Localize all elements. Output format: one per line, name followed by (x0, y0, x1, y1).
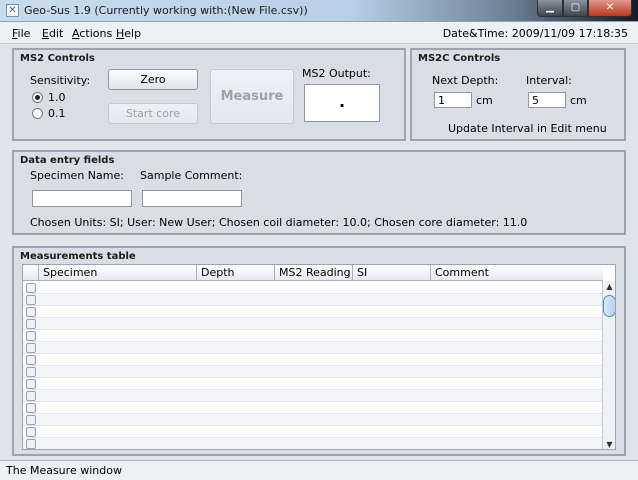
settings-summary: Chosen Units: SI; User: New User; Chosen… (30, 216, 528, 229)
row-header[interactable] (26, 283, 36, 293)
menu-actions[interactable]: Actions (72, 27, 112, 40)
table-row[interactable] (23, 426, 603, 438)
table-row[interactable] (23, 390, 603, 402)
sensitivity-option-1-0-label: 1.0 (48, 91, 66, 104)
scroll-up-arrow-icon[interactable]: ▲ (603, 281, 615, 293)
interval-label: Interval: (526, 74, 572, 87)
table-row[interactable] (23, 318, 603, 330)
next-depth-input[interactable]: 1 (434, 92, 472, 108)
interval-note: Update Interval in Edit menu (448, 122, 607, 135)
column-header-si[interactable]: SI (353, 265, 431, 281)
status-bar: The Measure window (0, 460, 638, 480)
row-header[interactable] (26, 391, 36, 401)
row-header[interactable] (26, 319, 36, 329)
window-title: Geo-Sus 1.9 (Currently working with:(New… (24, 4, 308, 17)
row-header[interactable] (26, 403, 36, 413)
data-entry-panel: Data entry fields Specimen Name: Sample … (12, 150, 626, 235)
menu-file[interactable]: File (12, 27, 30, 40)
table-row[interactable] (23, 438, 603, 449)
row-header[interactable] (26, 415, 36, 425)
close-button[interactable]: ✕ (588, 0, 632, 17)
table-row[interactable] (23, 306, 603, 318)
ms2c-controls-title: MS2C Controls (418, 53, 501, 64)
sensitivity-radio-0-1[interactable] (32, 108, 43, 119)
table-row[interactable] (23, 366, 603, 378)
table-row[interactable] (23, 342, 603, 354)
sensitivity-option-0-1-label: 0.1 (48, 107, 66, 120)
row-header[interactable] (26, 439, 36, 449)
title-bar: ✕ Geo-Sus 1.9 (Currently working with:(N… (0, 0, 638, 22)
row-header[interactable] (26, 343, 36, 353)
sensitivity-label: Sensitivity: (30, 74, 91, 87)
measurements-table[interactable]: Specimen Depth MS2 Reading SI Comment ▲ … (22, 264, 616, 450)
column-header-ms2-reading[interactable]: MS2 Reading (275, 265, 353, 281)
row-header[interactable] (26, 427, 36, 437)
table-row[interactable] (23, 378, 603, 390)
start-core-button[interactable]: Start core (108, 103, 198, 124)
next-depth-unit: cm (476, 94, 493, 107)
measurements-title: Measurements table (20, 251, 136, 262)
column-header-depth[interactable]: Depth (197, 265, 275, 281)
scroll-down-arrow-icon[interactable]: ▼ (603, 439, 615, 449)
menu-edit[interactable]: Edit (42, 27, 63, 40)
app-icon[interactable]: ✕ (6, 4, 19, 17)
table-row[interactable] (23, 330, 603, 342)
maximize-button[interactable]: ▢ (563, 0, 588, 17)
data-entry-title: Data entry fields (20, 155, 115, 166)
ms2-controls-title: MS2 Controls (20, 53, 95, 64)
ms2-controls-panel: MS2 Controls Sensitivity: 1.0 0.1 Zero S… (12, 48, 406, 141)
row-header[interactable] (26, 295, 36, 305)
status-text: The Measure window (6, 464, 122, 477)
sensitivity-radio-1-0[interactable] (32, 92, 43, 103)
row-header[interactable] (26, 355, 36, 365)
row-header[interactable] (26, 331, 36, 341)
table-row[interactable] (23, 414, 603, 426)
minimize-button[interactable]: ▁ (537, 0, 563, 17)
row-header[interactable] (26, 367, 36, 377)
column-header-comment[interactable]: Comment (431, 265, 603, 281)
specimen-name-label: Specimen Name: (30, 169, 124, 182)
measure-button[interactable]: Measure (210, 69, 294, 124)
datetime-display: Date&Time: 2009/11/09 17:18:35 (442, 27, 628, 40)
table-header: Specimen Depth MS2 Reading SI Comment (23, 265, 603, 281)
scroll-thumb[interactable] (603, 295, 615, 317)
menu-bar: File Edit Actions Help Date&Time: 2009/1… (0, 22, 638, 44)
ms2-output-label: MS2 Output: (302, 67, 371, 80)
next-depth-label: Next Depth: (432, 74, 499, 87)
header-corner (23, 265, 39, 281)
specimen-name-input[interactable] (32, 190, 132, 207)
ms2-output-display: . (304, 84, 380, 122)
interval-input[interactable]: 5 (528, 92, 566, 108)
table-body (23, 282, 603, 449)
row-header[interactable] (26, 307, 36, 317)
interval-unit: cm (570, 94, 587, 107)
sample-comment-label: Sample Comment: (140, 169, 243, 182)
table-row[interactable] (23, 402, 603, 414)
ms2c-controls-panel: MS2C Controls Next Depth: 1 cm Interval:… (410, 48, 626, 141)
table-row[interactable] (23, 354, 603, 366)
zero-button[interactable]: Zero (108, 69, 198, 90)
menu-help[interactable]: Help (116, 27, 141, 40)
table-row[interactable] (23, 294, 603, 306)
column-header-specimen[interactable]: Specimen (39, 265, 197, 281)
row-header[interactable] (26, 379, 36, 389)
table-row[interactable] (23, 282, 603, 294)
vertical-scrollbar[interactable]: ▲ ▼ (602, 281, 615, 449)
sample-comment-input[interactable] (142, 190, 242, 207)
